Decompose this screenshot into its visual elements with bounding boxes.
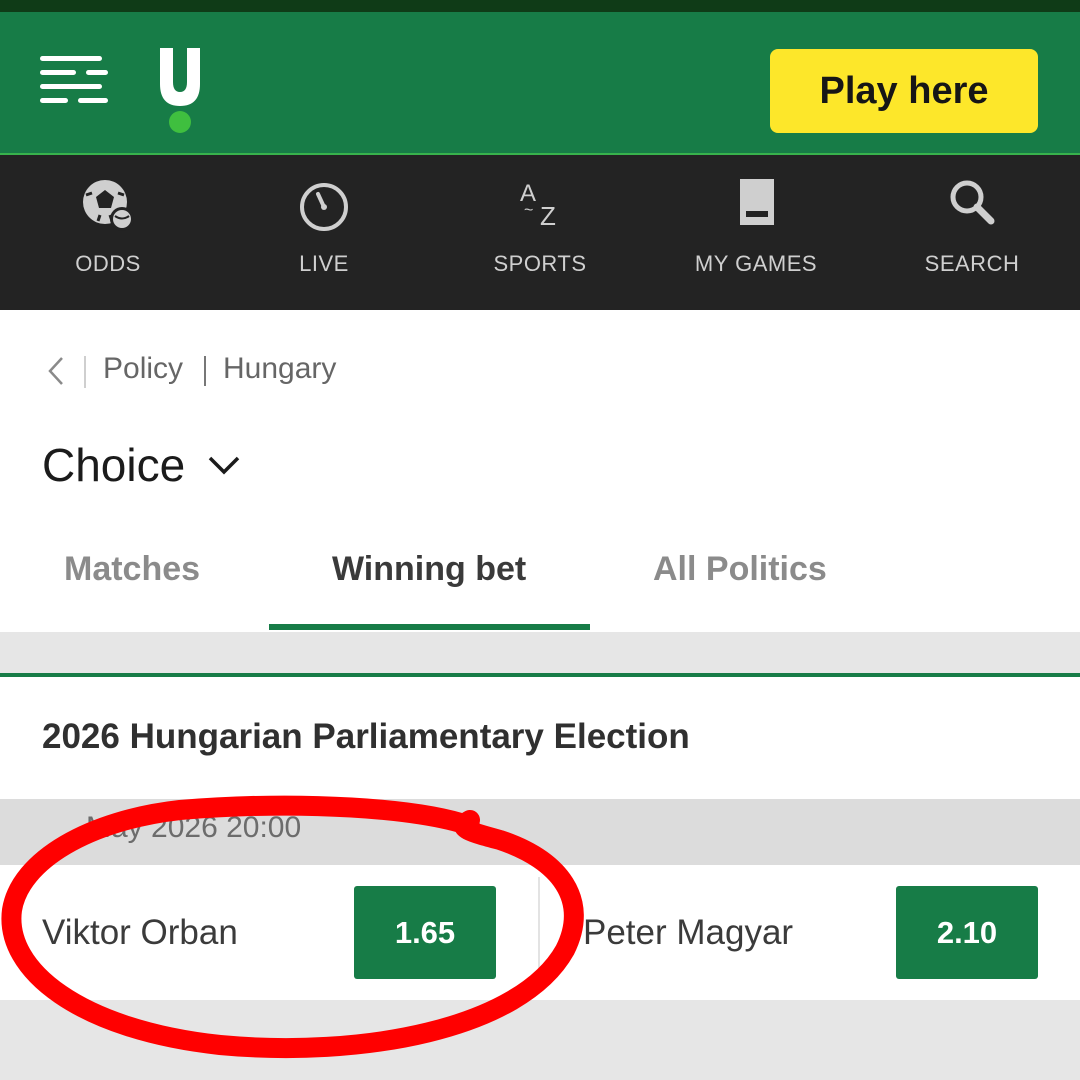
odds-button[interactable]: 2.10 <box>896 886 1038 979</box>
event-title[interactable]: 2026 Hungarian Parliamentary Election <box>42 717 690 757</box>
odds-button[interactable]: 1.65 <box>354 886 496 979</box>
soccer-ball-icon <box>83 180 134 231</box>
search-icon <box>950 180 995 225</box>
breadcrumb-policy[interactable]: Policy <box>103 352 183 386</box>
page-title[interactable]: Choice <box>42 438 185 492</box>
row-divider <box>538 877 540 989</box>
menu-icon[interactable] <box>40 56 108 118</box>
event-header: 2026 Hungarian Parliamentary Election <box>0 677 1080 799</box>
selection-name: Peter Magyar <box>583 913 794 952</box>
nav-label: MY GAMES <box>694 251 818 276</box>
nav-item-live[interactable]: LIVE <box>216 155 432 310</box>
back-icon[interactable] <box>44 354 68 388</box>
main-nav: ODDS LIVE A ~ Z SPORTS MY GAMES SEARCH <box>0 155 1080 310</box>
breadcrumb-hungary[interactable]: Hungary <box>223 352 336 386</box>
event-date: May 2026 20:00 <box>86 811 302 844</box>
nav-item-search[interactable]: SEARCH <box>864 155 1080 310</box>
bet-slip-icon <box>740 179 774 225</box>
chevron-down-icon[interactable] <box>206 450 242 478</box>
play-here-button[interactable]: Play here <box>770 49 1038 133</box>
a-z-icon: A ~ Z <box>520 180 556 231</box>
svg-text:Z: Z <box>540 201 556 231</box>
stopwatch-icon <box>300 183 348 231</box>
nav-label: LIVE <box>299 251 349 276</box>
nav-item-odds[interactable]: ODDS <box>0 155 216 310</box>
nav-label: SEARCH <box>924 251 1020 276</box>
app-header: Play here <box>0 12 1080 154</box>
tab-winning-bet[interactable]: Winning bet <box>332 550 526 589</box>
brand-logo[interactable] <box>150 48 210 138</box>
selection-name: Viktor Orban <box>42 913 238 952</box>
event-date-bar: May 2026 20:00 <box>0 799 1080 865</box>
status-strip <box>0 0 1080 12</box>
nav-item-my-games[interactable]: MY GAMES <box>648 155 864 310</box>
main-content: Policy Hungary Choice Matches Winning be… <box>0 310 1080 632</box>
nav-item-sports[interactable]: A ~ Z SPORTS <box>432 155 648 310</box>
nav-label: ODDS <box>75 251 141 276</box>
breadcrumb-separator <box>204 356 206 386</box>
tab-all-politics[interactable]: All Politics <box>653 550 827 589</box>
tab-matches[interactable]: Matches <box>64 550 200 589</box>
svg-text:~: ~ <box>524 202 533 219</box>
active-tab-indicator <box>269 624 590 630</box>
odds-row: Viktor Orban 1.65 Peter Magyar 2.10 <box>0 865 1080 1000</box>
nav-label: SPORTS <box>493 251 587 276</box>
breadcrumb-divider <box>84 356 86 388</box>
